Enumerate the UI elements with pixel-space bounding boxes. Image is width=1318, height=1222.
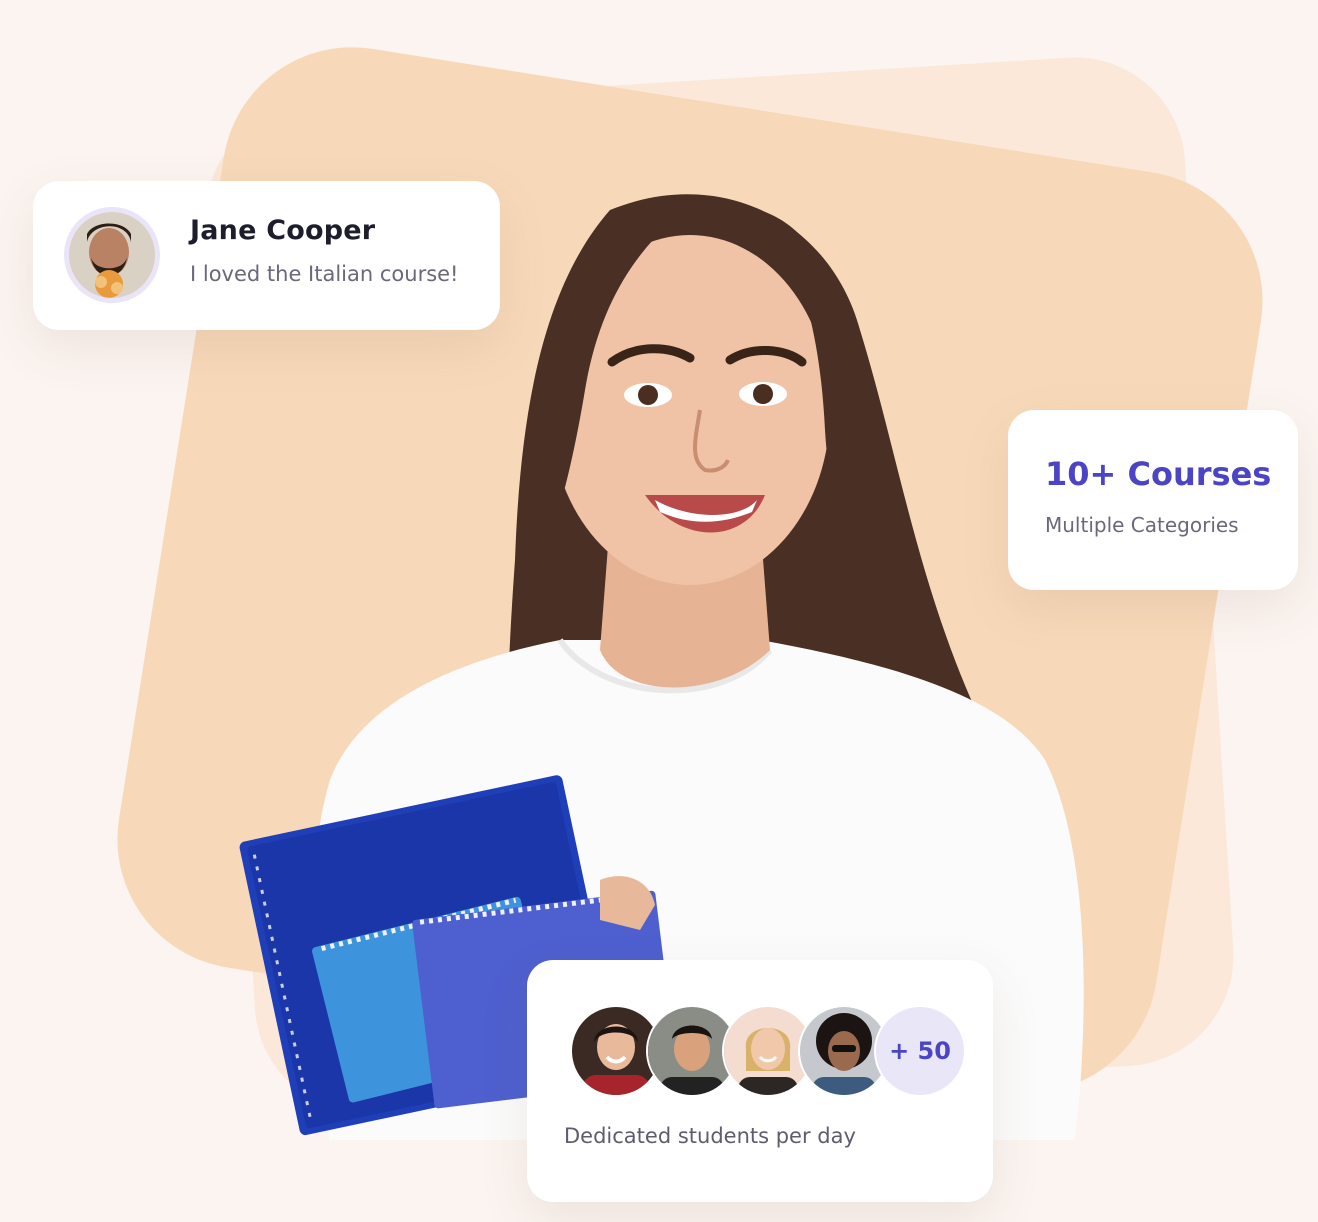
- reviewer-name: Jane Cooper: [190, 215, 376, 246]
- review-text: I loved the Italian course!: [190, 262, 459, 286]
- courses-card: [1008, 410, 1298, 590]
- students-caption: Dedicated students per day: [564, 1124, 856, 1148]
- more-students-badge: + 50: [874, 1005, 966, 1097]
- courses-count: 10+ Courses: [1045, 455, 1272, 493]
- reviewer-avatar: [64, 207, 160, 303]
- hero-section: Jane Cooper I loved the Italian course! …: [0, 0, 1318, 1222]
- student-avatar-group: + 50: [570, 1005, 966, 1097]
- courses-subtitle: Multiple Categories: [1045, 513, 1239, 537]
